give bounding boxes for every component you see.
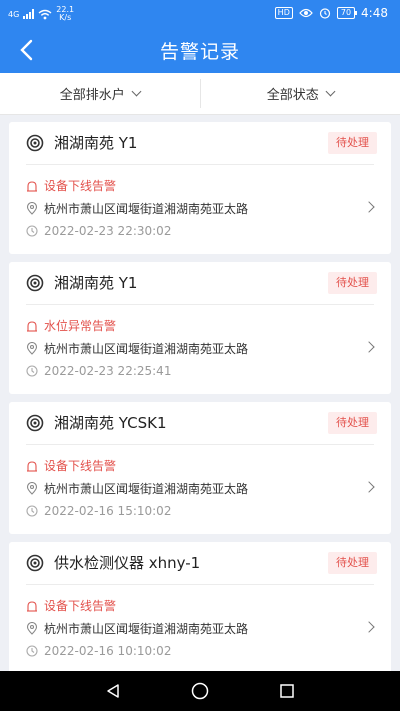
alarm-icon xyxy=(27,600,37,612)
divider xyxy=(26,444,374,445)
alarm-icon xyxy=(27,320,37,332)
battery-icon: 70 xyxy=(336,7,358,19)
chevron-down-icon xyxy=(131,86,142,97)
system-home-button[interactable] xyxy=(180,676,220,706)
alarm-time: 2022-02-16 10:10:02 xyxy=(44,644,172,658)
filter-label: 全部状态 xyxy=(266,88,319,103)
device-name: 湘湖南苑 Y1 xyxy=(54,134,138,152)
filter-label: 全部排水户 xyxy=(59,88,125,103)
alarm-address: 杭州市萧山区闻堰街道湘湖南苑亚太路 xyxy=(44,622,249,636)
system-nav-bar xyxy=(0,671,400,711)
device-name: 湘湖南苑 YCSK1 xyxy=(54,414,167,432)
alarm-address: 杭州市萧山区闻堰街道湘湖南苑亚太路 xyxy=(44,202,249,216)
clock: 4:48 xyxy=(361,6,388,20)
wifi-icon xyxy=(38,9,52,19)
clock-icon xyxy=(26,365,38,377)
chevron-right-icon xyxy=(363,481,375,493)
device-name: 湘湖南苑 Y1 xyxy=(54,274,138,292)
app-header: 4G 22.1 K/s HD 70 4:48 告警记录 xyxy=(0,0,400,73)
nav-bar: 告警记录 xyxy=(0,28,400,73)
alarm-type: 水位异常告警 xyxy=(44,319,117,333)
alarm-record-card[interactable]: 湘湖南苑 Y1 待处理 设备下线告警 杭州市萧山区闻堰街道湘湖南苑亚太路 202… xyxy=(9,122,391,254)
net-speed: 22.1 K/s xyxy=(56,5,75,22)
eye-icon xyxy=(299,8,313,18)
chevron-right-icon xyxy=(363,621,375,633)
chevron-right-icon xyxy=(363,201,375,213)
status-badge: 待处理 xyxy=(328,132,377,154)
alarm-time: 2022-02-23 22:25:41 xyxy=(44,364,172,378)
alarm-type: 设备下线告警 xyxy=(44,599,117,613)
page-title: 告警记录 xyxy=(159,41,240,63)
alarm-icon xyxy=(27,180,37,192)
alarm-address: 杭州市萧山区闻堰街道湘湖南苑亚太路 xyxy=(44,482,249,496)
alarm-type: 设备下线告警 xyxy=(44,459,117,473)
alarm-record-card[interactable]: 供水检测仪器 xhny-1 待处理 设备下线告警 杭州市萧山区闻堰街道湘湖南苑亚… xyxy=(9,542,391,674)
device-name: 供水检测仪器 xhny-1 xyxy=(54,554,201,572)
filter-discharger-dropdown[interactable]: 全部排水户 xyxy=(0,73,200,114)
device-icon xyxy=(26,134,44,152)
hd-icon: HD xyxy=(274,7,293,19)
chevron-right-icon xyxy=(363,341,375,353)
status-badge: 待处理 xyxy=(328,272,377,294)
alarm-record-card[interactable]: 湘湖南苑 YCSK1 待处理 设备下线告警 杭州市萧山区闻堰街道湘湖南苑亚太路 … xyxy=(9,402,391,534)
square-recents-icon xyxy=(279,684,294,698)
filter-status-dropdown[interactable]: 全部状态 xyxy=(201,73,400,114)
device-icon xyxy=(26,554,44,572)
location-pin-icon xyxy=(26,342,38,355)
alarm-time: 2022-02-23 22:30:02 xyxy=(44,224,172,238)
status-bar: 4G 22.1 K/s HD 70 4:48 xyxy=(0,0,400,28)
alarm-icon xyxy=(27,460,37,472)
divider xyxy=(26,304,374,305)
filter-bar: 全部排水户 全部状态 xyxy=(0,73,400,115)
location-pin-icon xyxy=(26,622,38,635)
device-icon xyxy=(26,274,44,292)
signal-icon xyxy=(23,9,35,19)
clock-icon xyxy=(26,225,38,237)
alarm-record-list: 湘湖南苑 Y1 待处理 设备下线告警 杭州市萧山区闻堰街道湘湖南苑亚太路 202… xyxy=(9,122,391,682)
alarm-type: 设备下线告警 xyxy=(44,179,117,193)
clock-icon xyxy=(26,645,38,657)
divider xyxy=(26,164,374,165)
divider xyxy=(26,584,374,585)
status-badge: 待处理 xyxy=(328,552,377,574)
alarm-address: 杭州市萧山区闻堰街道湘湖南苑亚太路 xyxy=(44,342,249,356)
circle-home-icon xyxy=(191,682,209,700)
chevron-down-icon xyxy=(325,86,336,97)
alarm-record-card[interactable]: 湘湖南苑 Y1 待处理 水位异常告警 杭州市萧山区闻堰街道湘湖南苑亚太路 202… xyxy=(9,262,391,394)
status-badge: 待处理 xyxy=(328,412,377,434)
location-pin-icon xyxy=(26,482,38,495)
system-recents-button[interactable] xyxy=(267,676,307,706)
alarm-time: 2022-02-16 15:10:02 xyxy=(44,504,172,518)
system-back-button[interactable] xyxy=(93,676,133,706)
device-icon xyxy=(26,414,44,432)
network-label: 4G xyxy=(8,9,20,19)
triangle-back-icon xyxy=(107,684,120,698)
location-pin-icon xyxy=(26,202,38,215)
clock-icon xyxy=(26,505,38,517)
alarm-clock-icon xyxy=(319,8,330,19)
